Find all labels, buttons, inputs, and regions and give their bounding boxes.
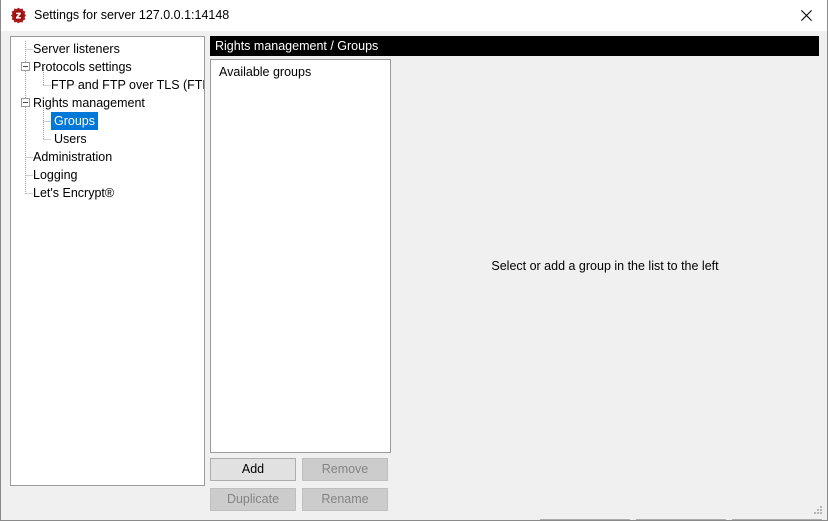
remove-button[interactable]: Remove: [302, 458, 388, 481]
close-icon[interactable]: [783, 0, 827, 30]
duplicate-button[interactable]: Duplicate: [210, 488, 296, 511]
sidebar-item-label: Groups: [51, 112, 98, 130]
sidebar-item-logging[interactable]: Logging: [11, 166, 204, 184]
sidebar-item-label: Administration: [33, 150, 113, 164]
settings-tree[interactable]: Server listeners Protocols settings FTP …: [10, 36, 205, 486]
sidebar-item-ftp-and-ftps[interactable]: FTP and FTP over TLS (FTPS): [11, 76, 204, 94]
tree-rows: Server listeners Protocols settings FTP …: [11, 37, 204, 202]
page-title: Rights management / Groups: [210, 36, 819, 56]
filezilla-icon: [10, 7, 27, 24]
collapse-toggle-rights-management[interactable]: [21, 98, 30, 107]
dialog-client-area: Server listeners Protocols settings FTP …: [1, 31, 827, 520]
title-bar: Settings for server 127.0.0.1:14148: [1, 0, 827, 32]
sidebar-item-label: Logging: [33, 168, 78, 182]
sidebar-item-label: Let's Encrypt®: [33, 186, 115, 200]
sidebar-item-groups[interactable]: Groups: [11, 112, 204, 130]
rename-button[interactable]: Rename: [302, 488, 388, 511]
sidebar-item-lets-encrypt[interactable]: Let's Encrypt®: [11, 184, 204, 202]
sidebar-item-server-listeners[interactable]: Server listeners: [11, 40, 204, 58]
available-groups-label: Available groups: [219, 65, 312, 79]
sidebar-item-label: Server listeners: [33, 42, 120, 56]
settings-dialog: Settings for server 127.0.0.1:14148 Serv…: [0, 0, 828, 521]
sidebar-item-administration[interactable]: Administration: [11, 148, 204, 166]
add-button[interactable]: Add: [210, 458, 296, 481]
sidebar-item-rights-management[interactable]: Rights management: [11, 94, 204, 112]
sidebar-item-protocols-settings[interactable]: Protocols settings: [11, 58, 204, 76]
sidebar-item-users[interactable]: Users: [11, 130, 204, 148]
resize-grip[interactable]: [812, 504, 824, 516]
sidebar-item-label: Rights management: [33, 96, 145, 110]
collapse-toggle-protocols-settings[interactable]: [21, 62, 30, 71]
window-title: Settings for server 127.0.0.1:14148: [34, 8, 230, 22]
sidebar-item-label: Protocols settings: [33, 60, 132, 74]
sidebar-item-label: Users: [54, 132, 87, 146]
sidebar-item-label: FTP and FTP over TLS (FTPS): [51, 78, 204, 92]
available-groups-list[interactable]: Available groups: [210, 59, 391, 453]
empty-state-message: Select or add a group in the list to the…: [491, 259, 719, 273]
